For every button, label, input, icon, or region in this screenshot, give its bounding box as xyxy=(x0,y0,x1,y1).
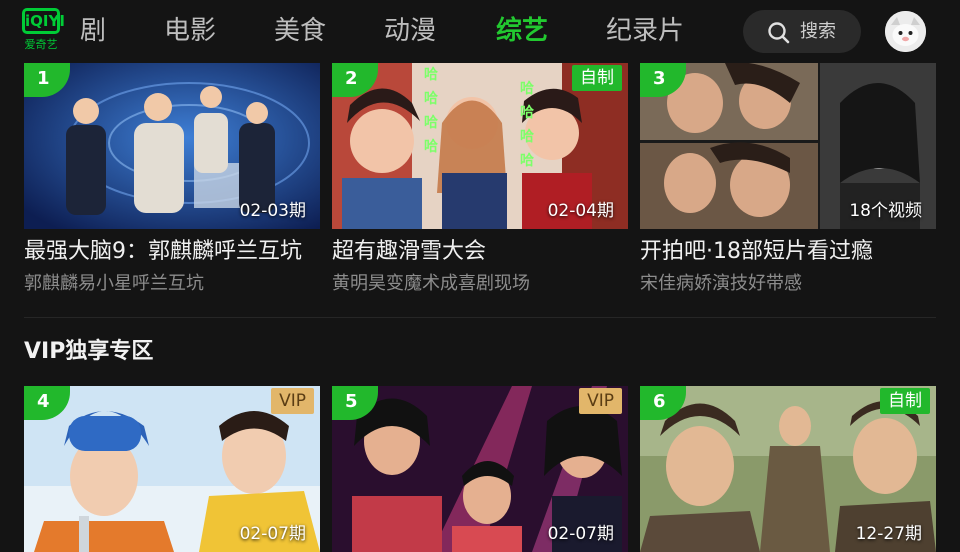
video-card[interactable]: 4 VIP 02-07期 xyxy=(24,386,320,552)
tab-drama[interactable]: 剧 xyxy=(80,12,106,50)
episode-label: 18个视频 xyxy=(849,201,922,221)
video-thumbnail[interactable]: 哈哈哈哈哈哈哈哈 2 自制 02-04期 xyxy=(332,63,628,229)
svg-text:哈: 哈 xyxy=(424,138,438,155)
svg-text:哈: 哈 xyxy=(520,152,534,169)
tab-documentary[interactable]: 纪录片 xyxy=(606,12,684,50)
episode-label: 02-07期 xyxy=(547,524,614,544)
top-nav: iQIYI 爱奇艺 剧 电影 美食 动漫 综艺 纪录片 搜索 xyxy=(0,0,960,62)
svg-text:哈: 哈 xyxy=(424,66,438,83)
card-subtitle: 郭麒麟易小星呼兰互坑 xyxy=(24,273,204,294)
svg-text:哈: 哈 xyxy=(424,114,438,131)
episode-label: 12-27期 xyxy=(855,524,922,544)
section-divider xyxy=(24,317,936,318)
card-title[interactable]: 开拍吧·18部短片看过瘾 xyxy=(640,235,936,269)
tab-anime[interactable]: 动漫 xyxy=(384,12,436,50)
svg-text:哈: 哈 xyxy=(520,128,534,145)
svg-text:哈: 哈 xyxy=(520,80,534,97)
avatar-icon xyxy=(885,11,926,52)
video-thumbnail[interactable]: 3 18个视频 xyxy=(640,63,936,229)
section-title: VIP独享专区 xyxy=(24,339,154,364)
tab-variety[interactable]: 综艺 xyxy=(496,12,548,50)
video-card[interactable]: 6 自制 12-27期 xyxy=(640,386,936,552)
card-title[interactable]: 最强大脑9：郭麒麟呼兰互坑 xyxy=(24,235,320,269)
search-icon xyxy=(768,22,790,44)
video-thumbnail[interactable]: 1 02-03期 xyxy=(24,63,320,229)
svg-text:哈: 哈 xyxy=(424,90,438,107)
video-card[interactable]: 3 18个视频 开拍吧·18部短片看过瘾 宋佳病娇演技好带感 xyxy=(640,63,936,303)
video-card[interactable]: 1 02-03期 最强大脑9：郭麒麟呼兰互坑 郭麒麟易小星呼兰互坑 xyxy=(24,63,320,303)
tab-movie[interactable]: 电影 xyxy=(164,12,216,50)
video-card[interactable]: 5 VIP 02-07期 xyxy=(332,386,628,552)
vip-badge: VIP xyxy=(579,388,622,414)
video-thumbnail[interactable]: 6 自制 12-27期 xyxy=(640,386,936,552)
video-thumbnail[interactable]: 5 VIP 02-07期 xyxy=(332,386,628,552)
video-thumbnail[interactable]: 4 VIP 02-07期 xyxy=(24,386,320,552)
logo-mark: iQIYI xyxy=(22,8,65,34)
card-subtitle: 宋佳病娇演技好带感 xyxy=(640,273,802,294)
episode-label: 02-04期 xyxy=(547,201,614,221)
search-button[interactable]: 搜索 xyxy=(743,10,861,53)
card-subtitle: 黄明昊变魔术成喜剧现场 xyxy=(332,273,530,294)
vip-badge: VIP xyxy=(271,388,314,414)
user-avatar[interactable] xyxy=(885,11,926,52)
original-badge: 自制 xyxy=(572,65,622,91)
logo-subtitle: 爱奇艺 xyxy=(24,38,58,51)
tab-food[interactable]: 美食 xyxy=(274,12,326,50)
card-title[interactable]: 超有趣滑雪大会 xyxy=(332,235,628,269)
search-label: 搜索 xyxy=(800,21,836,42)
video-card[interactable]: 哈哈哈哈哈哈哈哈 2 自制 02-04期 超有趣滑雪大会 黄明昊变魔术成喜剧现场 xyxy=(332,63,628,303)
svg-text:哈: 哈 xyxy=(520,104,534,121)
episode-label: 02-03期 xyxy=(239,201,306,221)
iqiyi-logo[interactable]: iQIYI 爱奇艺 xyxy=(22,8,65,54)
episode-label: 02-07期 xyxy=(239,524,306,544)
original-badge: 自制 xyxy=(880,388,930,414)
